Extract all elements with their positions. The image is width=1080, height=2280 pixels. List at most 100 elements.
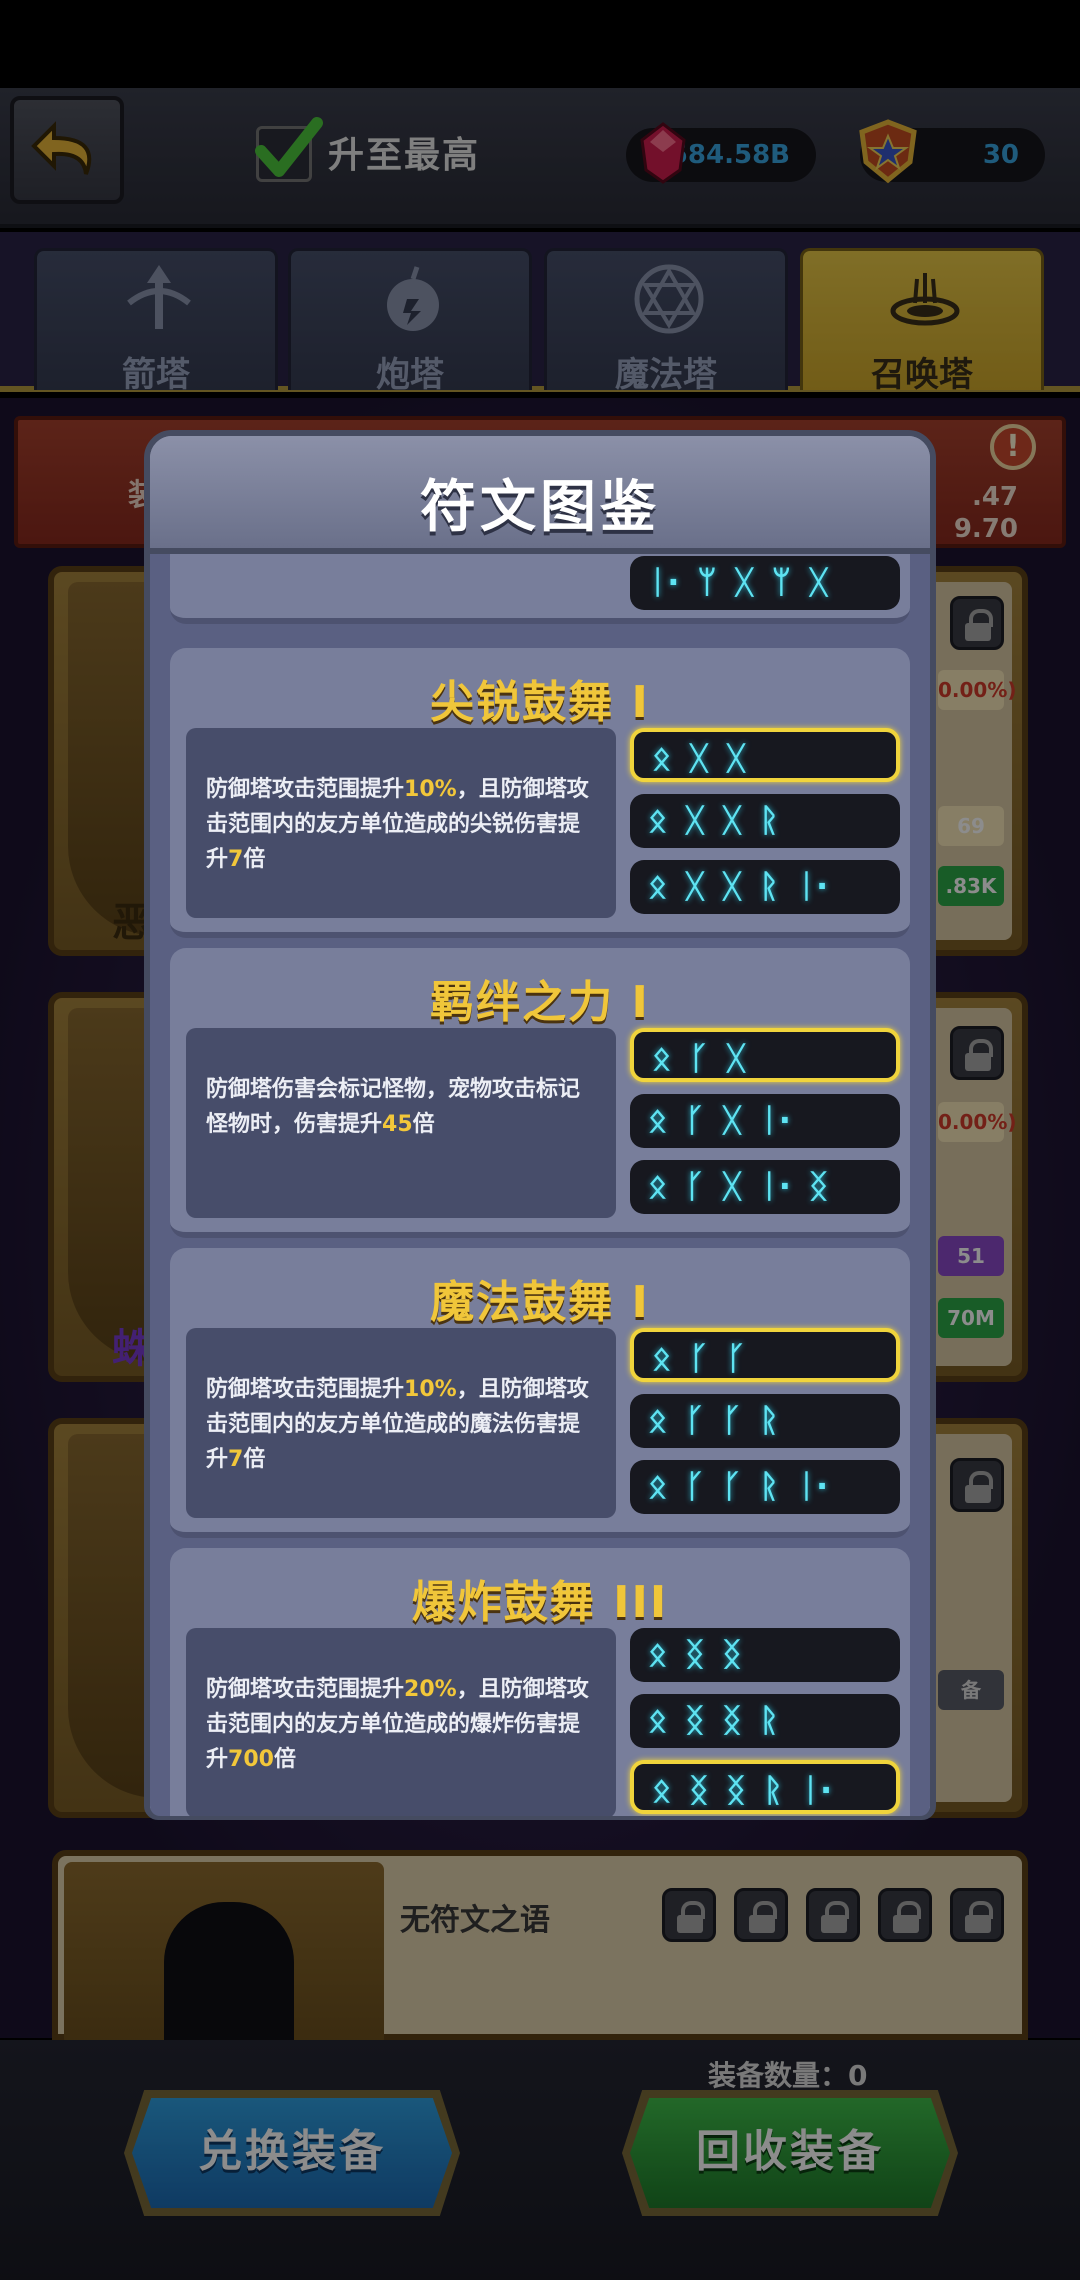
rune-glyph-icon: ᛘ bbox=[771, 563, 791, 601]
rune-glyph-icon: ᚴ bbox=[685, 1101, 705, 1139]
rune-glyph-icon: ᛁ· bbox=[759, 1167, 791, 1205]
rune-glyph-icon: ᛝ bbox=[722, 1635, 742, 1673]
rune-glyph-icon: ᚷ bbox=[808, 563, 829, 601]
rune-card: 羁绊之力 I 防御塔伤害会标记怪物，宠物攻击标记怪物时，伤害提升45倍 ᛟ ᚴ ᚷ ᛟ ᚴ ᚷ… bbox=[170, 948, 910, 1238]
rune-title: 尖锐鼓舞 I bbox=[430, 677, 650, 728]
rune-glyph-icon: ᚱ bbox=[759, 1701, 779, 1739]
rune-description-value: 7 bbox=[228, 1447, 244, 1472]
rune-description-box: 防御塔攻击范围提升10%，且防御塔攻击范围内的友方单位造成的魔法伤害提升7倍 bbox=[186, 1328, 616, 1518]
rune-glyphs: ᛟ ᚷ ᚷ ᚱ ᛁ· bbox=[648, 866, 828, 906]
rune-glyphs: ᛟᚴᚴᚱ bbox=[648, 1400, 779, 1440]
rune-glyph-icon: ᚷ bbox=[722, 867, 742, 905]
rune-glyph-icon: ᚴ bbox=[689, 1039, 709, 1077]
rune-list[interactable]: ᛁ· ᛘ ᚷ ᛘ ᚷ 尖锐鼓舞 I 防御塔攻击范围提升10%，且防御塔攻击范围内的友方单位… bbox=[150, 554, 930, 1816]
rune-glyph-icon: ᛟ bbox=[648, 1635, 668, 1673]
rune-glyph-icon: ᚴ bbox=[685, 1467, 705, 1505]
rune-glyph-icon: ᚴ bbox=[689, 1339, 709, 1377]
rune-glyph-icon: ᛝ bbox=[689, 1771, 709, 1809]
rune-description-box: 防御塔伤害会标记怪物，宠物攻击标记怪物时，伤害提升45倍 bbox=[186, 1028, 616, 1218]
rune-glyph-icon: ᚷ bbox=[685, 801, 705, 839]
rune-combo-row[interactable]: ᛟᛝᛝᚱ bbox=[630, 1694, 900, 1748]
dialog-header: 符文图鉴 bbox=[150, 436, 930, 554]
rune-description-text: 防御塔攻击范围提升 bbox=[206, 1677, 405, 1702]
rune-glyphs: ᛁ· ᛘ ᚷ ᛘ ᚷ bbox=[648, 562, 828, 602]
rune-combo-row-selected[interactable]: ᛟ ᛝ ᛝ ᚱ ᛁ· bbox=[630, 1760, 900, 1814]
rune-glyph-icon: ᚱ bbox=[759, 1401, 779, 1439]
rune-combo-row[interactable]: ᛟᚴᚴᚱ bbox=[630, 1394, 900, 1448]
rune-description-box: 防御塔攻击范围提升10%，且防御塔攻击范围内的友方单位造成的尖锐伤害提升7倍 bbox=[186, 728, 616, 918]
rune-description-text: 防御塔攻击范围提升 bbox=[206, 777, 405, 802]
rune-glyphs: ᛟᚷᚷ bbox=[652, 738, 746, 778]
rune-combo-row[interactable]: ᛟᚷᚷᚱ bbox=[630, 794, 900, 848]
rune-glyph-icon: ᛟ bbox=[648, 1401, 668, 1439]
rune-glyph-icon: ᚴ bbox=[685, 1401, 705, 1439]
rune-glyph-icon: ᛟ bbox=[652, 739, 672, 777]
rune-glyph-icon: ᛁ· bbox=[800, 1771, 833, 1809]
rune-glyph-icon: ᛟ bbox=[652, 1339, 672, 1377]
rune-description-text: 防御塔攻击范围提升 bbox=[206, 1377, 405, 1402]
rune-combo-row[interactable]: ᛁ· ᛘ ᚷ ᛘ ᚷ bbox=[630, 556, 900, 610]
rune-glyph-icon: ᛝ bbox=[685, 1701, 705, 1739]
rune-combo-row[interactable]: ᛟᛝᛝ bbox=[630, 1628, 900, 1682]
rune-glyph-icon: ᚷ bbox=[726, 1039, 746, 1077]
rune-glyphs: ᛟᛝᛝ bbox=[648, 1634, 742, 1674]
rune-glyphs: ᛟᚷᚷᚱ bbox=[648, 800, 779, 840]
rune-description-value: 10% bbox=[404, 777, 457, 802]
rune-card-partial: ᛁ· ᛘ ᚷ ᛘ ᚷ bbox=[170, 554, 910, 624]
rune-glyph-icon: ᚱ bbox=[759, 801, 779, 839]
rune-glyph-icon: ᛘ bbox=[697, 563, 717, 601]
rune-glyph-icon: ᚷ bbox=[722, 801, 742, 839]
rune-description-value: 700 bbox=[228, 1747, 274, 1772]
rune-glyph-icon: ᛟ bbox=[648, 1701, 668, 1739]
rune-glyphs: ᛟ ᚴ ᚴ ᚱ ᛁ· bbox=[648, 1466, 828, 1506]
rune-description-text: 倍 bbox=[412, 1112, 435, 1137]
rune-description-text: 倍 bbox=[243, 1447, 266, 1472]
rune-card: 尖锐鼓舞 I 防御塔攻击范围提升10%，且防御塔攻击范围内的友方单位造成的尖锐伤害… bbox=[170, 648, 910, 938]
rune-description: 防御塔攻击范围提升20%，且防御塔攻击范围内的友方单位造成的爆炸伤害提升700倍 bbox=[206, 1672, 596, 1777]
rune-glyphs: ᛟ ᛝ ᛝ ᚱ ᛁ· bbox=[652, 1770, 832, 1810]
rune-description-value: 10% bbox=[404, 1377, 457, 1402]
rune-glyph-icon: ᛝ bbox=[722, 1701, 742, 1739]
rune-glyph-icon: ᛟ bbox=[648, 801, 668, 839]
rune-glyph-icon: ᚴ bbox=[722, 1467, 742, 1505]
rune-glyph-icon: ᚷ bbox=[726, 739, 746, 777]
rune-combo-row[interactable]: ᛟ ᚷ ᚷ ᚱ ᛁ· bbox=[630, 860, 900, 914]
rune-glyph-icon: ᚱ bbox=[759, 867, 779, 905]
rune-glyphs: ᛟᚴᚷ bbox=[652, 1038, 746, 1078]
rune-glyph-icon: ᚷ bbox=[722, 1101, 742, 1139]
rune-description-value: 20% bbox=[404, 1677, 457, 1702]
rune-glyphs: ᛟ ᚴ ᚷ ᛁ· bbox=[648, 1100, 791, 1140]
rune-glyphs: ᛟ ᚴ ᚷ ᛁ· ᛝ bbox=[648, 1166, 828, 1206]
rune-glyph-icon: ᛟ bbox=[652, 1039, 672, 1077]
rune-glyph-icon: ᚷ bbox=[734, 563, 754, 601]
rune-glyph-icon: ᛁ· bbox=[796, 867, 829, 905]
rune-glyph-icon: ᛁ· bbox=[796, 1467, 829, 1505]
rune-combo-row-selected[interactable]: ᛟᚷᚷ bbox=[630, 728, 900, 782]
rune-title: 羁绊之力 I bbox=[430, 977, 650, 1028]
rune-glyph-icon: ᚱ bbox=[763, 1771, 783, 1809]
rune-description: 防御塔攻击范围提升10%，且防御塔攻击范围内的友方单位造成的尖锐伤害提升7倍 bbox=[206, 772, 596, 877]
rune-codex-dialog: 符文图鉴 ᛁ· ᛘ ᚷ ᛘ ᚷ 尖锐鼓舞 I 防御塔攻击范围提升10%，且防御塔攻击范围内… bbox=[144, 430, 936, 1820]
rune-glyph-icon: ᛁ· bbox=[648, 563, 680, 601]
rune-glyph-icon: ᚱ bbox=[759, 1467, 779, 1505]
rune-glyphs: ᛟᚴᚴ bbox=[652, 1338, 746, 1378]
rune-glyph-icon: ᚴ bbox=[726, 1339, 746, 1377]
rune-combo-row[interactable]: ᛟ ᚴ ᚷ ᛁ· ᛝ bbox=[630, 1160, 900, 1214]
rune-combo-row-selected[interactable]: ᛟᚴᚴ bbox=[630, 1328, 900, 1382]
rune-description: 防御塔攻击范围提升10%，且防御塔攻击范围内的友方单位造成的魔法伤害提升7倍 bbox=[206, 1372, 596, 1477]
rune-combo-row[interactable]: ᛟ ᚴ ᚴ ᚱ ᛁ· bbox=[630, 1460, 900, 1514]
rune-description-value: 7 bbox=[228, 847, 244, 872]
rune-glyph-icon: ᛝ bbox=[685, 1635, 705, 1673]
rune-combo-row[interactable]: ᛟ ᚴ ᚷ ᛁ· bbox=[630, 1094, 900, 1148]
rune-title: 爆炸鼓舞 III bbox=[411, 1577, 669, 1628]
dialog-title: 符文图鉴 bbox=[420, 475, 660, 540]
rune-combo-row-selected[interactable]: ᛟᚴᚷ bbox=[630, 1028, 900, 1082]
rune-glyph-icon: ᚷ bbox=[685, 867, 705, 905]
rune-glyph-icon: ᛁ· bbox=[759, 1101, 791, 1139]
rune-glyph-icon: ᛟ bbox=[652, 1771, 672, 1809]
rune-glyph-icon: ᚴ bbox=[722, 1401, 742, 1439]
rune-description-value: 45 bbox=[382, 1112, 413, 1137]
rune-title: 魔法鼓舞 I bbox=[430, 1277, 650, 1328]
rune-card: 爆炸鼓舞 III 防御塔攻击范围提升20%，且防御塔攻击范围内的友方单位造成的爆炸… bbox=[170, 1548, 910, 1816]
rune-description-text: 倍 bbox=[243, 847, 266, 872]
